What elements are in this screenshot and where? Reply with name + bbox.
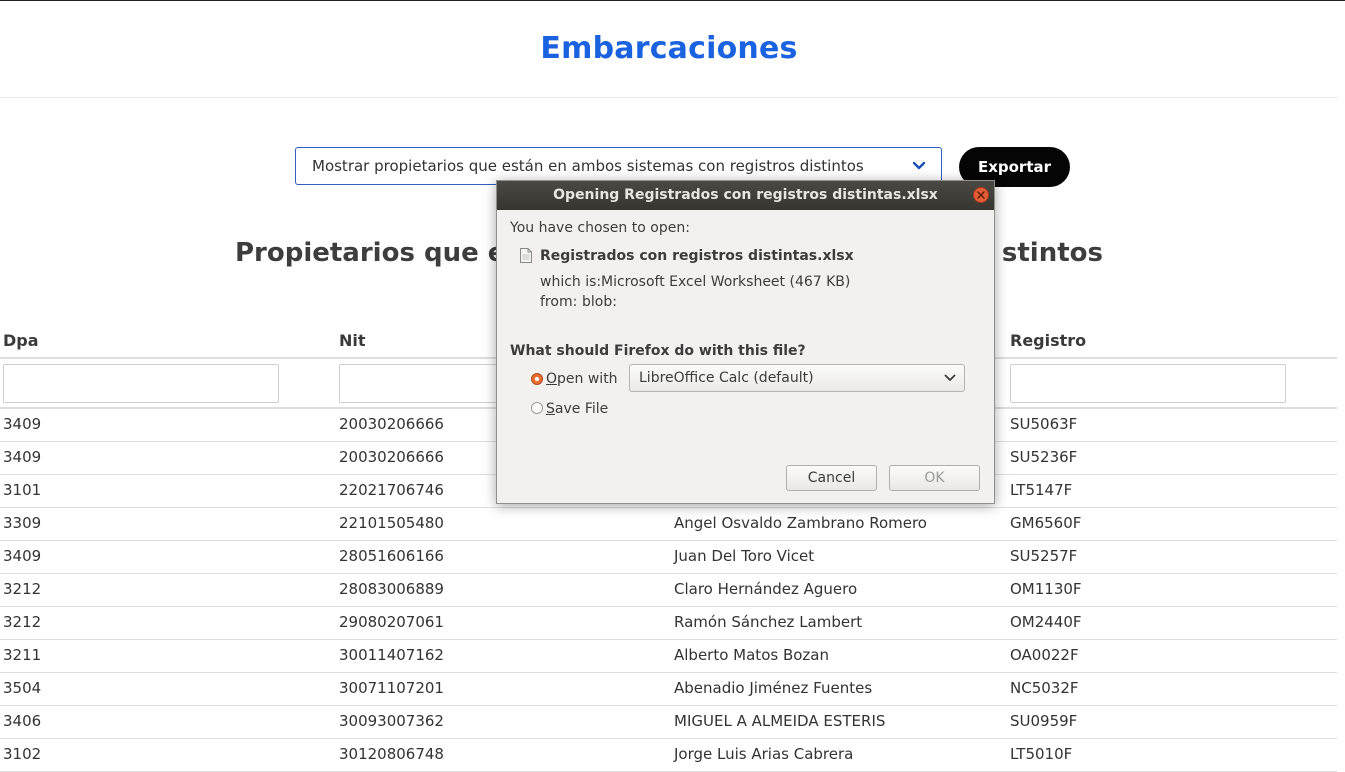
cell-registro: SU5063F bbox=[1010, 415, 1078, 433]
cell-nit: 30120806748 bbox=[339, 745, 444, 763]
cell-registro: LT5147F bbox=[1010, 481, 1073, 499]
dialog-question: What should Firefox do with this file? bbox=[510, 343, 806, 359]
cell-dpa: 3101 bbox=[3, 481, 42, 499]
dialog-title: Opening Registrados con registros distin… bbox=[553, 187, 938, 203]
dialog-file-name: Registrados con registros distintas.xlsx bbox=[540, 248, 854, 264]
cell-nit: 30071107201 bbox=[339, 679, 444, 697]
dialog-from-value: blob: bbox=[582, 294, 617, 310]
chevron-down-icon bbox=[912, 161, 926, 170]
cell-nit: 20030206666 bbox=[339, 415, 444, 433]
cell-nit: 30011407162 bbox=[339, 646, 444, 664]
open-with-label-rest: pen with bbox=[557, 371, 618, 387]
cell-dpa: 3504 bbox=[3, 679, 42, 697]
open-with-app-value: LibreOffice Calc (default) bbox=[639, 370, 814, 386]
download-dialog: Opening Registrados con registros distin… bbox=[496, 180, 995, 504]
cancel-button[interactable]: Cancel bbox=[786, 465, 877, 491]
cell-registro: SU5236F bbox=[1010, 448, 1078, 466]
cell-nombre: MIGUEL A ALMEIDA ESTERIS bbox=[674, 712, 886, 730]
cell-nombre: Jorge Luis Arias Cabrera bbox=[674, 745, 854, 763]
open-with-app-select[interactable]: LibreOffice Calc (default) bbox=[629, 364, 965, 392]
cell-dpa: 3102 bbox=[3, 745, 42, 763]
dpa-filter-input[interactable] bbox=[3, 364, 279, 403]
column-header-nit[interactable]: Nit bbox=[339, 331, 366, 350]
save-file-label-rest: ave File bbox=[554, 401, 609, 417]
cell-registro: OA0022F bbox=[1010, 646, 1079, 664]
save-file-radio[interactable] bbox=[531, 402, 543, 414]
page-header: Embarcaciones bbox=[0, 1, 1338, 98]
table-row[interactable]: 3504 30071107201 Abenadio Jiménez Fuente… bbox=[0, 673, 1337, 706]
column-header-registro[interactable]: Registro bbox=[1010, 331, 1086, 350]
ok-button[interactable]: OK bbox=[889, 465, 980, 491]
dialog-which-is-value: Microsoft Excel Worksheet (467 KB) bbox=[601, 274, 851, 290]
cell-nit: 29080207061 bbox=[339, 613, 444, 631]
cell-registro: NC5032F bbox=[1010, 679, 1079, 697]
dialog-titlebar[interactable]: Opening Registrados con registros distin… bbox=[497, 181, 994, 210]
cell-dpa: 3212 bbox=[3, 613, 42, 631]
cell-nit: 28051606166 bbox=[339, 547, 444, 565]
registro-filter-input[interactable] bbox=[1010, 364, 1286, 403]
page-title: Embarcaciones bbox=[540, 31, 798, 66]
cell-dpa: 3406 bbox=[3, 712, 42, 730]
table-row[interactable]: 3212 28083006889 Claro Hernández Aguero … bbox=[0, 574, 1337, 607]
dialog-which-is-label: which is: bbox=[540, 274, 602, 290]
cell-dpa: 3409 bbox=[3, 448, 42, 466]
cell-registro: SU0959F bbox=[1010, 712, 1078, 730]
table-row[interactable]: 3102 30120806748 Jorge Luis Arias Cabrer… bbox=[0, 739, 1337, 772]
save-file-label-mnemonic: S bbox=[546, 401, 555, 417]
dialog-intro: You have chosen to open: bbox=[510, 220, 690, 236]
cell-registro: GM6560F bbox=[1010, 514, 1082, 532]
dialog-from-label: from: bbox=[540, 294, 578, 310]
cell-nit: 22021706746 bbox=[339, 481, 444, 499]
table-row[interactable]: 3212 29080207061 Ramón Sánchez Lambert O… bbox=[0, 607, 1337, 640]
file-icon bbox=[520, 248, 532, 263]
chevron-down-icon bbox=[944, 374, 956, 381]
cell-nombre: Claro Hernández Aguero bbox=[674, 580, 858, 598]
section-title-left: Propietarios que es bbox=[234, 238, 521, 268]
cell-registro: OM2440F bbox=[1010, 613, 1082, 631]
cell-nombre: Ramón Sánchez Lambert bbox=[674, 613, 863, 631]
cell-nit: 22101505480 bbox=[339, 514, 444, 532]
cell-dpa: 3212 bbox=[3, 580, 42, 598]
table-row[interactable]: 3211 30011407162 Alberto Matos Bozan OA0… bbox=[0, 640, 1337, 673]
cell-dpa: 3409 bbox=[3, 415, 42, 433]
open-with-label[interactable]: Open with bbox=[546, 371, 618, 387]
cell-nombre: Juan Del Toro Vicet bbox=[674, 547, 815, 565]
cell-nombre: Angel Osvaldo Zambrano Romero bbox=[674, 514, 927, 532]
table-row[interactable]: 3309 22101505480 Angel Osvaldo Zambrano … bbox=[0, 508, 1337, 541]
cell-nombre: Abenadio Jiménez Fuentes bbox=[674, 679, 873, 697]
open-with-label-mnemonic: O bbox=[546, 371, 558, 387]
column-header-dpa[interactable]: Dpa bbox=[3, 331, 39, 350]
cell-nit: 20030206666 bbox=[339, 448, 444, 466]
cell-dpa: 3211 bbox=[3, 646, 42, 664]
cell-nombre: Alberto Matos Bozan bbox=[674, 646, 829, 664]
cell-dpa: 3309 bbox=[3, 514, 42, 532]
owner-filter-selected-value: Mostrar propietarios que están en ambos … bbox=[312, 157, 864, 175]
cell-registro: OM1130F bbox=[1010, 580, 1082, 598]
table-row[interactable]: 3409 28051606166 Juan Del Toro Vicet SU5… bbox=[0, 541, 1337, 574]
section-title-right: stintos bbox=[1001, 238, 1103, 268]
cell-registro: LT5010F bbox=[1010, 745, 1073, 763]
save-file-label[interactable]: Save File bbox=[546, 401, 608, 417]
cell-nit: 28083006889 bbox=[339, 580, 444, 598]
cell-nit: 30093007362 bbox=[339, 712, 444, 730]
close-icon[interactable] bbox=[973, 187, 989, 203]
open-with-radio[interactable] bbox=[531, 373, 543, 385]
table-row[interactable]: 3406 30093007362 MIGUEL A ALMEIDA ESTERI… bbox=[0, 706, 1337, 739]
cell-dpa: 3409 bbox=[3, 547, 42, 565]
cell-registro: SU5257F bbox=[1010, 547, 1078, 565]
